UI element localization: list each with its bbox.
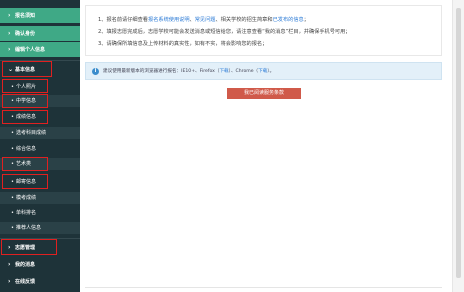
sidebar-subitem-comprehensive[interactable]: • 综合信息 [0,143,80,155]
sidebar-subitem-referee[interactable]: • 推荐人信息 [0,222,80,234]
info-icon: i [92,68,99,75]
sidebar-item-edit-profile[interactable]: › 编辑个人信息 [0,42,80,57]
chrome-download-link[interactable]: 下载 [258,69,267,74]
scrollbar[interactable] [452,0,464,292]
highlight-box [2,61,52,77]
agree-terms-button[interactable]: 我已阅读服务条款 [227,88,301,99]
highlight-box [2,79,48,93]
highlight-box [2,157,48,171]
highlight-box [2,94,48,108]
highlight-box [1,239,57,255]
notice-line-2: 2、填报志愿完成后，志愿学校可能会发送消息或短信给您，请注意查看“我的消息”栏目… [98,29,351,35]
sidebar-subitem-mock-exam[interactable]: • 模考成绩 [0,192,80,204]
sidebar: › 报名须知 › 确认身份 › 编辑个人信息 ⌄ 基本信息 • 个人照片 • 中学信息 • 成… [0,0,80,292]
sidebar-item-messages[interactable]: › 我的消息 [0,257,80,272]
divider [85,287,442,288]
chevron-right-icon: › [8,261,11,268]
link-usage-guide[interactable]: 报名系统使用说明 [148,17,190,23]
browser-tip: i 建议使用最新版本的浏览器进行报名：IE10+、Firefox（下载）、Chr… [85,62,442,80]
highlight-box [2,110,48,124]
chevron-right-icon: › [8,12,11,19]
firefox-download-link[interactable]: 下载 [219,69,228,74]
notice-line-3: 3、请确保所填信息及上传材料的真实性，如有不实，将会影响您的报名； [98,41,268,47]
link-published-info[interactable]: 已发布的信息 [273,17,304,23]
chevron-right-icon: › [8,46,11,53]
chevron-right-icon: › [8,30,11,37]
sidebar-item-confirm-identity[interactable]: › 确认身份 [0,26,80,41]
sidebar-subitem-subject-rank[interactable]: • 单科排名 [0,207,80,219]
sidebar-item-feedback[interactable]: › 在线反馈 [0,274,80,289]
sidebar-subitem-elective-grades[interactable]: • 选考科目成绩 [0,127,80,139]
scrollbar-thumb[interactable] [456,8,461,278]
sidebar-item-notice[interactable]: › 报名须知 [0,8,80,23]
notice-panel: 1、报名前请仔细查看报名系统使用说明、常见问题、相关学校的招生简章和已发布的信息… [85,5,442,56]
chevron-right-icon: › [8,278,11,285]
browser-tip-text: 建议使用最新版本的浏览器进行报名：IE10+、Firefox（下载）、Chrom… [103,69,275,74]
highlight-box [2,174,48,189]
link-faq[interactable]: 常见问题 [195,17,216,23]
notice-line-1: 1、报名前请仔细查看报名系统使用说明、常见问题、相关学校的招生简章和已发布的信息… [98,17,309,23]
